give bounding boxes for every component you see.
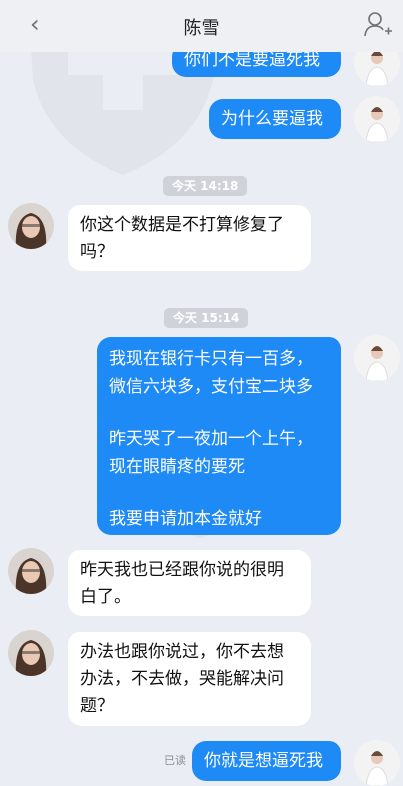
message-bubble-incoming[interactable]: 办法也跟你说过，你不去想办法，不去做，哭能解决问题？ — [68, 632, 311, 726]
read-status: 已读 — [164, 754, 186, 767]
chat-title: 陈雪 — [183, 18, 220, 39]
message-text: 昨天我也已经跟你说的很明白了。 — [80, 560, 284, 607]
message-text: 你这个数据是不打算修复了吗？ — [80, 215, 284, 262]
timestamp: 今天 14:18 — [163, 176, 248, 196]
avatar-self-image — [354, 335, 400, 381]
avatar-self[interactable] — [354, 740, 400, 786]
add-contact-icon[interactable] — [363, 10, 393, 40]
avatar-self[interactable] — [354, 96, 400, 142]
avatar-self-image — [354, 740, 400, 786]
message-paragraph: 昨天哭了一夜加一个上午，现在眼睛疼的要死 — [109, 429, 313, 477]
message-paragraph: 我现在银行卡只有一百多，微信六块多，支付宝二块多 — [109, 349, 313, 397]
avatar-self-image — [354, 96, 400, 142]
message-bubble-outgoing[interactable]: 为什么要逼我 — [209, 99, 341, 139]
message-bubble-outgoing[interactable]: 我现在银行卡只有一百多，微信六块多，支付宝二块多 昨天哭了一夜加一个上午，现在眼… — [97, 337, 341, 535]
message-text: 为什么要逼我 — [221, 109, 323, 129]
message-text: 你们不是要逼死我 — [184, 50, 320, 70]
avatar-contact-image — [8, 548, 54, 594]
chat-header: ‹ 陈雪 — [0, 0, 403, 52]
message-bubble-incoming[interactable]: 昨天我也已经跟你说的很明白了。 — [68, 550, 311, 616]
avatar-contact[interactable] — [8, 548, 54, 594]
avatar-contact-image — [8, 203, 54, 249]
avatar-contact[interactable] — [8, 630, 54, 676]
message-paragraph: 我要申请加本金就好 — [109, 509, 262, 529]
message-bubble-outgoing[interactable]: 你就是想逼死我 — [192, 741, 341, 781]
message-bubble-incoming[interactable]: 你这个数据是不打算修复了吗？ — [68, 205, 311, 271]
message-text: 你就是想逼死我 — [204, 751, 323, 771]
avatar-contact-image — [8, 630, 54, 676]
timestamp: 今天 15:14 — [164, 308, 249, 328]
avatar-self[interactable] — [354, 335, 400, 381]
message-text: 办法也跟你说过，你不去想办法，不去做，哭能解决问题？ — [80, 642, 284, 716]
avatar-contact[interactable] — [8, 203, 54, 249]
